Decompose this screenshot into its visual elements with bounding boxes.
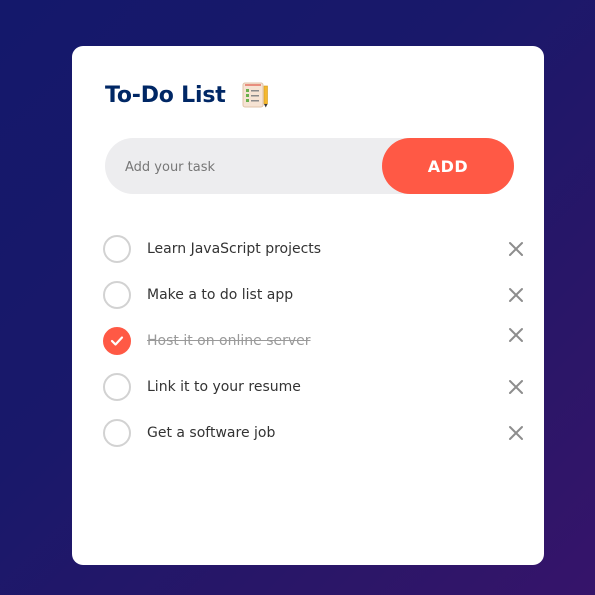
add-button[interactable]: ADD [382, 138, 514, 194]
page-title: To-Do List [105, 82, 226, 108]
close-icon[interactable] [506, 423, 526, 443]
checkmark-icon [110, 336, 124, 346]
checkbox[interactable] [103, 373, 131, 401]
close-icon[interactable] [506, 285, 526, 305]
todo-card: To-Do List ADD Learn JavaScript projects [72, 46, 544, 565]
task-text: Host it on online server [147, 333, 311, 349]
task-input[interactable] [123, 138, 377, 196]
task-text: Get a software job [147, 425, 276, 441]
close-icon[interactable] [506, 239, 526, 259]
task-text: Learn JavaScript projects [147, 241, 322, 257]
checkbox-checked[interactable] [103, 327, 131, 355]
checkbox[interactable] [103, 235, 131, 263]
task-item[interactable]: Make a to do list app [103, 272, 523, 318]
task-list: Learn JavaScript projects Make a to do l… [103, 226, 523, 456]
task-text: Make a to do list app [147, 287, 294, 303]
checkbox[interactable] [103, 281, 131, 309]
notepad-checklist-icon [240, 80, 270, 110]
close-icon[interactable] [506, 377, 526, 397]
task-item[interactable]: Host it on online server [103, 318, 523, 364]
add-task-row: ADD [105, 138, 514, 196]
task-item[interactable]: Get a software job [103, 410, 523, 456]
task-item[interactable]: Link it to your resume [103, 364, 523, 410]
checkbox[interactable] [103, 419, 131, 447]
task-item[interactable]: Learn JavaScript projects [103, 226, 523, 272]
header: To-Do List [105, 80, 270, 110]
close-icon[interactable] [506, 325, 526, 345]
task-text: Link it to your resume [147, 379, 301, 395]
